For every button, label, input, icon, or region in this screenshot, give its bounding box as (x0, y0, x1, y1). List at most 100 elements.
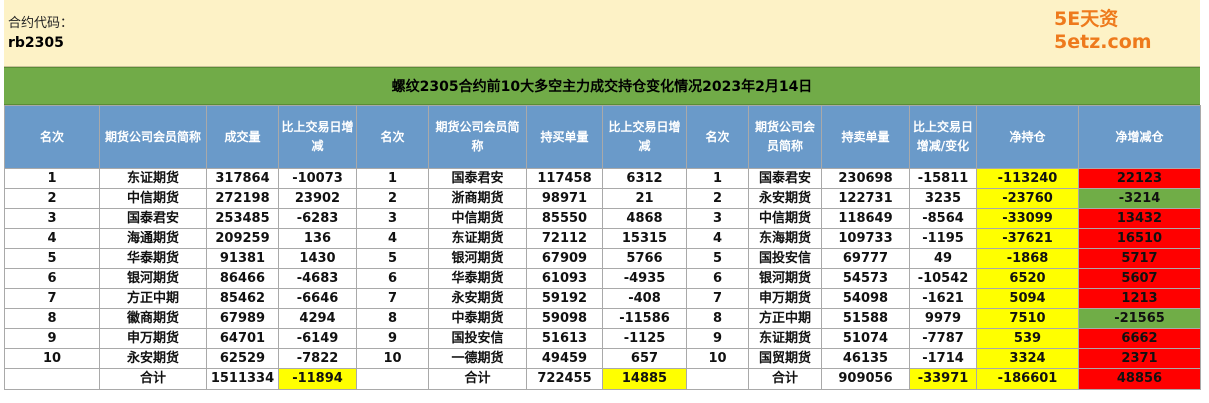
volume-cell[interactable]: 86466 (206, 268, 279, 289)
rank-cell[interactable]: 5 (686, 248, 749, 269)
long-cell[interactable]: 49459 (526, 348, 603, 369)
member-cell[interactable]: 国泰君安 (99, 208, 207, 229)
short-cell[interactable]: 51588 (821, 308, 910, 329)
member-cell[interactable]: 中信期货 (748, 208, 822, 229)
volume-change-cell[interactable]: 136 (278, 228, 357, 249)
short-change-cell[interactable]: 49 (909, 248, 977, 269)
rank-cell[interactable]: 8 (686, 308, 749, 329)
long-change-cell[interactable]: 6312 (602, 168, 687, 189)
member-cell[interactable]: 一德期货 (428, 348, 527, 369)
rank-cell[interactable]: 5 (4, 248, 100, 269)
rank-cell[interactable]: 10 (686, 348, 749, 369)
rank-cell[interactable]: 6 (356, 268, 429, 289)
total-volume[interactable]: 1511334 (206, 368, 279, 390)
net-cell[interactable]: 6520 (976, 268, 1079, 289)
short-change-cell[interactable]: -8564 (909, 208, 977, 229)
volume-cell[interactable]: 209259 (206, 228, 279, 249)
short-cell[interactable]: 109733 (821, 228, 910, 249)
member-cell[interactable]: 银河期货 (748, 268, 822, 289)
net-change-cell[interactable]: -3214 (1078, 188, 1201, 209)
short-change-cell[interactable]: -1714 (909, 348, 977, 369)
rank-cell[interactable]: 6 (4, 268, 100, 289)
net-change-cell[interactable]: 22123 (1078, 168, 1201, 189)
net-change-cell[interactable]: 5717 (1078, 248, 1201, 269)
total-long-change[interactable]: 14885 (602, 368, 687, 390)
net-cell[interactable]: 7510 (976, 308, 1079, 329)
long-change-cell[interactable]: -408 (602, 288, 687, 309)
member-cell[interactable]: 华泰期货 (428, 268, 527, 289)
long-change-cell[interactable]: 21 (602, 188, 687, 209)
total-short-change[interactable]: -33971 (909, 368, 977, 390)
rank-cell[interactable]: 3 (356, 208, 429, 229)
member-cell[interactable]: 华泰期货 (99, 248, 207, 269)
short-cell[interactable]: 118649 (821, 208, 910, 229)
long-cell[interactable]: 59192 (526, 288, 603, 309)
short-cell[interactable]: 46135 (821, 348, 910, 369)
volume-cell[interactable]: 317864 (206, 168, 279, 189)
long-change-cell[interactable]: 4868 (602, 208, 687, 229)
empty-cell[interactable] (4, 368, 100, 390)
long-cell[interactable]: 67909 (526, 248, 603, 269)
member-cell[interactable]: 中泰期货 (428, 308, 527, 329)
volume-change-cell[interactable]: -6149 (278, 328, 357, 349)
short-change-cell[interactable]: -1195 (909, 228, 977, 249)
short-change-cell[interactable]: -10542 (909, 268, 977, 289)
volume-change-cell[interactable]: 23902 (278, 188, 357, 209)
member-cell[interactable]: 银河期货 (99, 268, 207, 289)
member-cell[interactable]: 银河期货 (428, 248, 527, 269)
member-cell[interactable]: 国投安信 (428, 328, 527, 349)
volume-cell[interactable]: 272198 (206, 188, 279, 209)
member-cell[interactable]: 东证期货 (428, 228, 527, 249)
member-cell[interactable]: 永安期货 (99, 348, 207, 369)
long-cell[interactable]: 98971 (526, 188, 603, 209)
member-cell[interactable]: 国投安信 (748, 248, 822, 269)
long-cell[interactable]: 61093 (526, 268, 603, 289)
net-cell[interactable]: -37621 (976, 228, 1079, 249)
member-cell[interactable]: 中信期货 (99, 188, 207, 209)
net-change-cell[interactable]: 16510 (1078, 228, 1201, 249)
rank-cell[interactable]: 4 (686, 228, 749, 249)
volume-change-cell[interactable]: 4294 (278, 308, 357, 329)
net-cell[interactable]: -23760 (976, 188, 1079, 209)
net-change-cell[interactable]: 13432 (1078, 208, 1201, 229)
member-cell[interactable]: 东海期货 (748, 228, 822, 249)
long-change-cell[interactable]: -11586 (602, 308, 687, 329)
net-change-cell[interactable]: 5607 (1078, 268, 1201, 289)
rank-cell[interactable]: 2 (686, 188, 749, 209)
member-cell[interactable]: 浙商期货 (428, 188, 527, 209)
member-cell[interactable]: 方正中期 (748, 308, 822, 329)
short-change-cell[interactable]: -7787 (909, 328, 977, 349)
short-cell[interactable]: 54573 (821, 268, 910, 289)
empty-cell[interactable] (686, 368, 749, 390)
rank-cell[interactable]: 2 (4, 188, 100, 209)
volume-change-cell[interactable]: 1430 (278, 248, 357, 269)
contract-code-value[interactable]: rb2305 (8, 35, 64, 51)
volume-cell[interactable]: 64701 (206, 328, 279, 349)
short-change-cell[interactable]: -1621 (909, 288, 977, 309)
volume-change-cell[interactable]: -4683 (278, 268, 357, 289)
short-cell[interactable]: 54098 (821, 288, 910, 309)
rank-cell[interactable]: 10 (356, 348, 429, 369)
rank-cell[interactable]: 9 (356, 328, 429, 349)
total-net-change[interactable]: 48856 (1078, 368, 1201, 390)
total-volume-change[interactable]: -11894 (278, 368, 357, 390)
member-cell[interactable]: 方正中期 (99, 288, 207, 309)
total-label-3[interactable]: 合计 (748, 368, 822, 390)
long-change-cell[interactable]: 657 (602, 348, 687, 369)
volume-change-cell[interactable]: -6646 (278, 288, 357, 309)
net-change-cell[interactable]: 2371 (1078, 348, 1201, 369)
member-cell[interactable]: 永安期货 (428, 288, 527, 309)
short-change-cell[interactable]: -15811 (909, 168, 977, 189)
long-change-cell[interactable]: 5766 (602, 248, 687, 269)
rank-cell[interactable]: 1 (686, 168, 749, 189)
volume-change-cell[interactable]: -10073 (278, 168, 357, 189)
member-cell[interactable]: 国泰君安 (748, 168, 822, 189)
volume-cell[interactable]: 85462 (206, 288, 279, 309)
rank-cell[interactable]: 5 (356, 248, 429, 269)
volume-cell[interactable]: 67989 (206, 308, 279, 329)
rank-cell[interactable]: 4 (356, 228, 429, 249)
volume-cell[interactable]: 91381 (206, 248, 279, 269)
rank-cell[interactable]: 7 (4, 288, 100, 309)
rank-cell[interactable]: 2 (356, 188, 429, 209)
volume-change-cell[interactable]: -6283 (278, 208, 357, 229)
